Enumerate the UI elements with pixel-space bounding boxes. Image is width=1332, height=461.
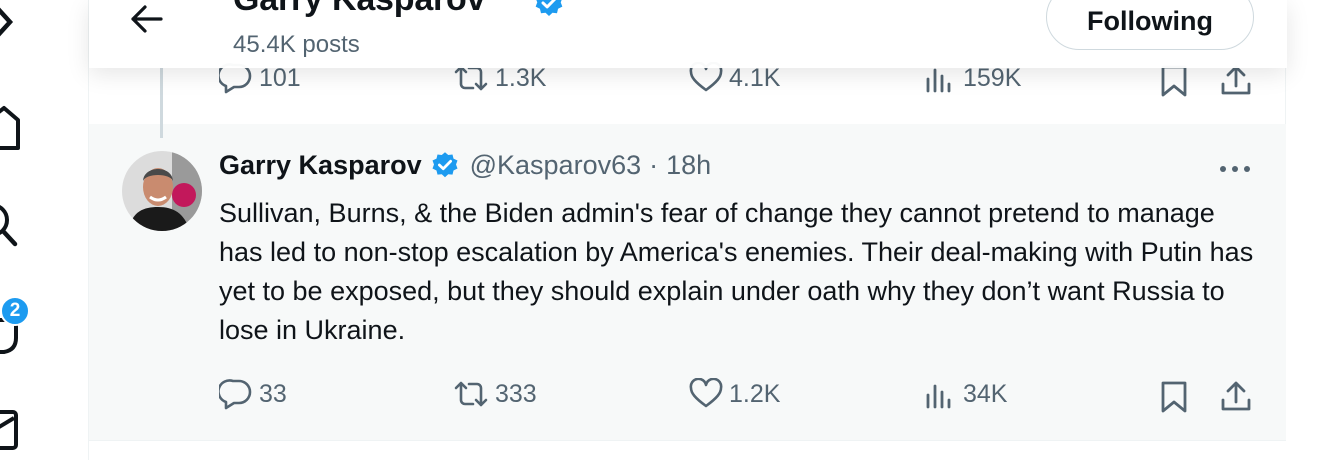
messages-icon[interactable] bbox=[0, 410, 26, 454]
tweet-header: Garry Kasparov @Kasparov63 · 18h bbox=[219, 150, 711, 181]
share-button[interactable] bbox=[1219, 64, 1253, 98]
more-dots-icon bbox=[1220, 166, 1250, 172]
bookmark-button[interactable] bbox=[1159, 64, 1189, 98]
share-button[interactable] bbox=[1219, 380, 1253, 414]
arrow-left-icon bbox=[131, 5, 163, 33]
reply-count: 33 bbox=[259, 379, 287, 408]
verified-badge-icon bbox=[533, 0, 565, 25]
next-tweet-edge bbox=[89, 440, 1287, 461]
author-name[interactable]: Garry Kasparov bbox=[219, 150, 422, 181]
views-button[interactable]: 34K bbox=[923, 378, 1007, 410]
author-handle[interactable]: @Kasparov63 bbox=[470, 150, 642, 181]
like-button[interactable]: 1.2K bbox=[689, 378, 780, 410]
profile-header: Garry Kasparov 45.4K posts Following bbox=[89, 0, 1287, 68]
left-navigation: 2 bbox=[0, 0, 88, 460]
repost-count: 333 bbox=[495, 379, 537, 408]
tweet-actions: 33 333 1.2K 34K bbox=[89, 376, 1287, 420]
more-options-button[interactable] bbox=[1217, 154, 1253, 184]
verified-badge-icon bbox=[430, 151, 460, 181]
tweet-timestamp[interactable]: 18h bbox=[666, 150, 711, 181]
x-logo-icon[interactable] bbox=[0, 0, 28, 46]
tweet-card[interactable]: Garry Kasparov @Kasparov63 · 18h Sulliva… bbox=[89, 124, 1287, 440]
following-button[interactable]: Following bbox=[1046, 0, 1254, 50]
explore-icon[interactable] bbox=[0, 198, 24, 250]
main-column: Garry Kasparov 45.4K posts Following 101… bbox=[88, 0, 1287, 461]
home-icon[interactable] bbox=[0, 100, 26, 152]
back-button[interactable] bbox=[125, 0, 169, 38]
like-count: 1.2K bbox=[729, 379, 781, 408]
bookmark-icon bbox=[1161, 381, 1187, 413]
views-count: 34K bbox=[963, 379, 1008, 408]
repost-button[interactable]: 333 bbox=[453, 378, 537, 410]
views-chart-icon bbox=[926, 384, 951, 409]
notification-count-badge: 2 bbox=[0, 296, 30, 326]
reply-icon bbox=[219, 379, 252, 410]
heart-icon bbox=[689, 378, 723, 408]
share-icon bbox=[1221, 381, 1251, 411]
reply-button[interactable]: 33 bbox=[219, 378, 287, 410]
separator-dot: · bbox=[649, 150, 659, 180]
bookmark-icon bbox=[1161, 65, 1187, 97]
posts-count: 45.4K posts bbox=[233, 31, 360, 58]
author-avatar[interactable] bbox=[122, 151, 202, 231]
share-icon bbox=[1221, 65, 1251, 95]
bookmark-button[interactable] bbox=[1159, 380, 1189, 414]
header-profile-name: Garry Kasparov bbox=[233, 0, 486, 19]
thread-connector-line bbox=[160, 68, 163, 138]
repost-icon bbox=[454, 381, 488, 407]
right-pane bbox=[1286, 0, 1332, 460]
tweet-text: Sullivan, Burns, & the Biden admin's fea… bbox=[219, 198, 1254, 345]
